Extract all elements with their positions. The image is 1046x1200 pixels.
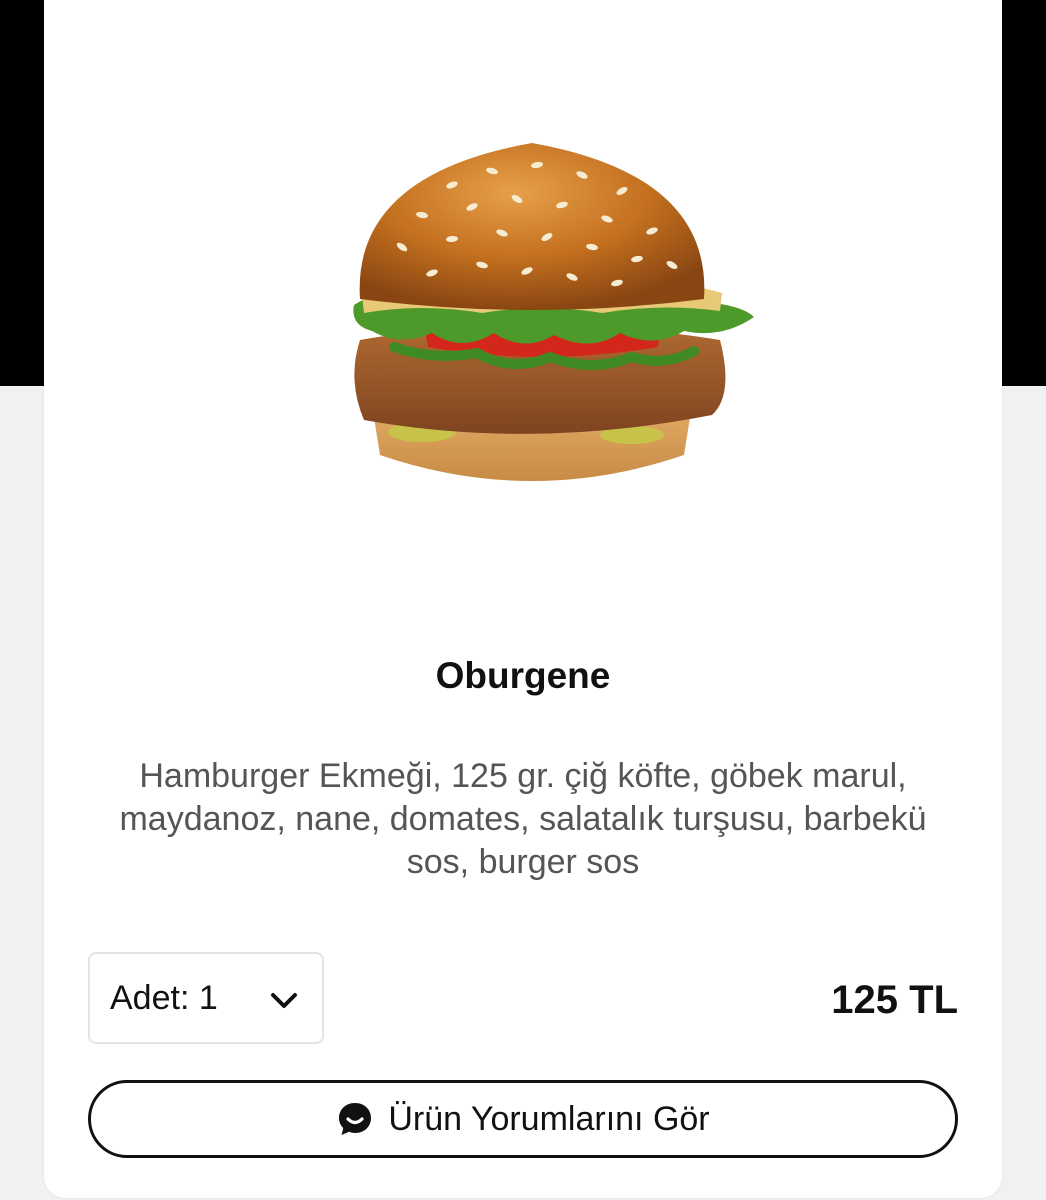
quantity-select[interactable]: Adet: 1 xyxy=(88,952,324,1044)
product-card: Oburgene Hamburger Ekmeği, 125 gr. çiğ k… xyxy=(44,0,1002,1198)
product-name: Oburgene xyxy=(435,655,611,696)
product-image xyxy=(353,143,754,481)
view-reviews-button[interactable]: Ürün Yorumlarını Gör xyxy=(88,1080,958,1158)
product-description: Hamburger Ekmeği, 125 gr. çiğ köfte, göb… xyxy=(119,757,927,881)
view-reviews-label: Ürün Yorumlarını Gör xyxy=(388,1099,710,1138)
chat-bubble-icon xyxy=(339,1103,372,1135)
chevron-down-icon xyxy=(271,993,297,1008)
quantity-label: Adet: 1 xyxy=(110,978,218,1017)
product-price: 125 TL xyxy=(831,978,958,1022)
